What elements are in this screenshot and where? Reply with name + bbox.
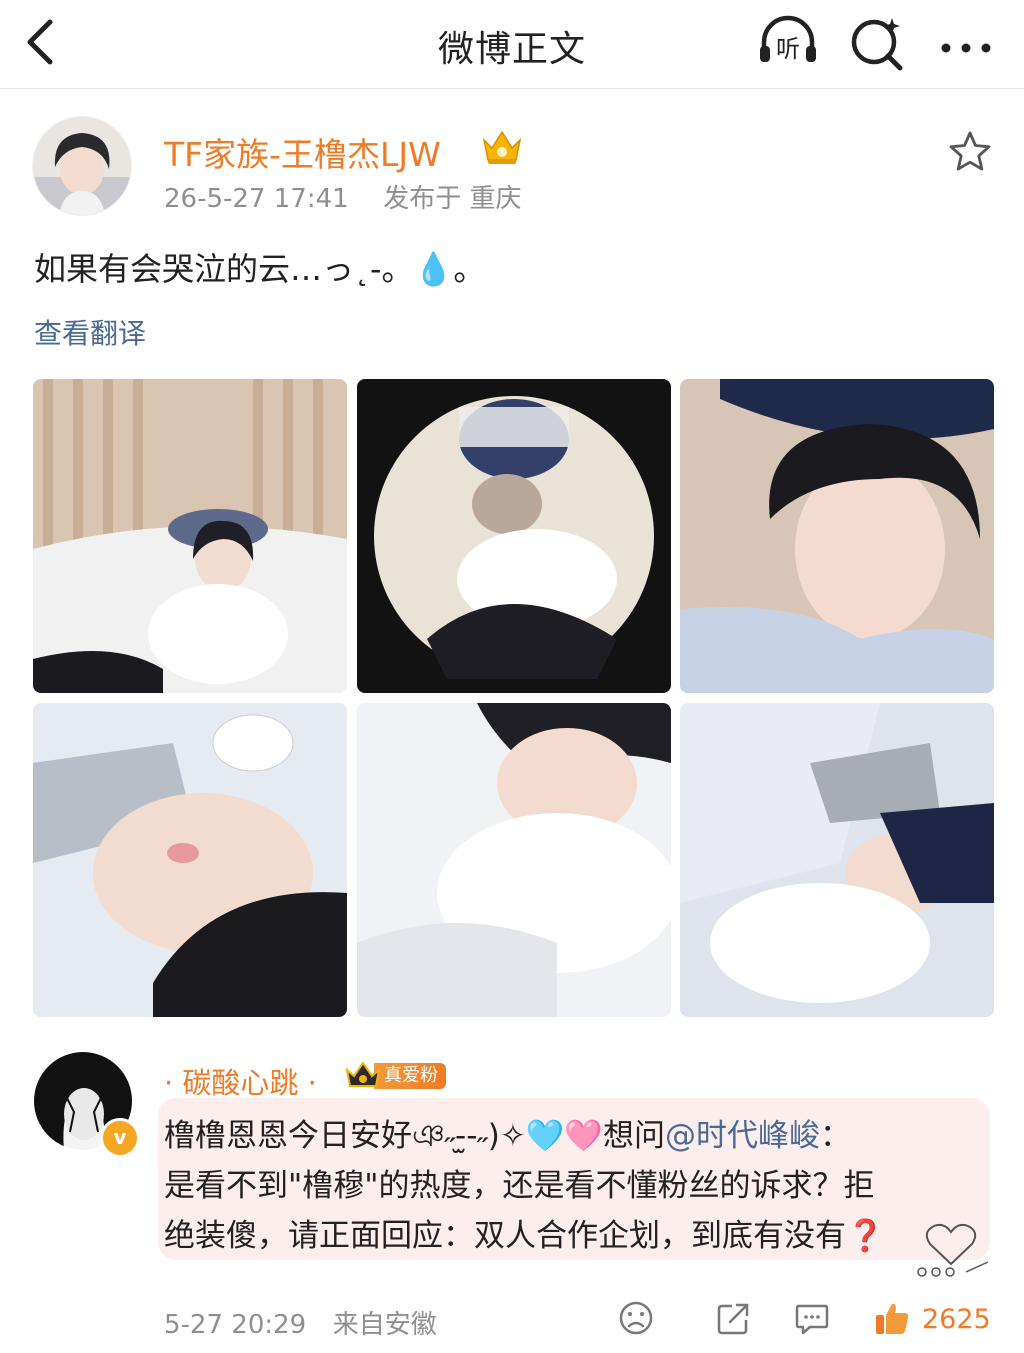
- star-icon[interactable]: [946, 128, 994, 176]
- fan-badge-label: 真爱粉: [374, 1063, 446, 1089]
- like-count: 2625: [922, 1304, 991, 1335]
- post-timestamp: 26-5-27 17:41: [164, 184, 349, 214]
- crown-icon: [344, 1060, 382, 1090]
- share-icon[interactable]: [716, 1300, 752, 1336]
- listen-label: 听: [776, 35, 800, 63]
- comment-source: 来自安徽: [332, 1310, 437, 1340]
- crown-icon: [480, 126, 524, 166]
- post-photo[interactable]: [357, 703, 671, 1017]
- translate-link[interactable]: 查看翻译: [34, 312, 146, 352]
- heart-sticker-icon: [908, 1214, 994, 1280]
- search-spark-icon[interactable]: [846, 12, 910, 72]
- post-photo[interactable]: [680, 379, 994, 693]
- post-text: 如果有会哭泣的云…っ˛-。💧。: [34, 250, 486, 288]
- comment-line-2: 是看不到"橹穆"的热度，还是看不懂粉丝的诉求？拒: [164, 1168, 875, 1204]
- post-meta: 26-5-27 17:41 发布于 重庆: [164, 178, 521, 215]
- sad-face-icon[interactable]: [618, 1300, 654, 1336]
- listen-icon[interactable]: 听: [756, 12, 820, 72]
- post-photo[interactable]: [33, 703, 347, 1017]
- comment-icon[interactable]: [794, 1300, 830, 1336]
- commenter-name[interactable]: · 碳酸心跳 ·: [164, 1060, 317, 1102]
- comment-text: 橹橹恩恩今日安好ঞ˶-̫-˶)✧🩵🩷想问: [164, 1118, 666, 1154]
- post-location: 发布于 重庆: [383, 184, 522, 214]
- comment-text: ：: [820, 1118, 852, 1154]
- mention-link[interactable]: @时代峰峻: [665, 1118, 820, 1154]
- comment-meta: 5-27 20:29 来自安徽: [164, 1304, 437, 1341]
- top-bar: 微博正文 听: [0, 0, 1024, 89]
- post-photo[interactable]: [680, 703, 994, 1017]
- post-photo[interactable]: [33, 379, 347, 693]
- thumb-up-icon[interactable]: [874, 1300, 910, 1336]
- author-name[interactable]: TF家族-王橹杰LJW: [164, 128, 441, 176]
- comment-timestamp: 5-27 20:29: [164, 1310, 307, 1340]
- comment-line-1: 橹橹恩恩今日安好ঞ˶-̫-˶)✧🩵🩷想问@时代峰峻：: [164, 1110, 851, 1164]
- comment-line-3: 绝装傻，请正面回应：双人合作企划，到底有没有❓: [164, 1218, 885, 1254]
- author-avatar[interactable]: [32, 116, 132, 216]
- more-icon[interactable]: [934, 12, 998, 72]
- post-photo[interactable]: [357, 379, 671, 693]
- verified-badge: v: [100, 1118, 140, 1158]
- fan-badge: 真爱粉: [344, 1060, 448, 1090]
